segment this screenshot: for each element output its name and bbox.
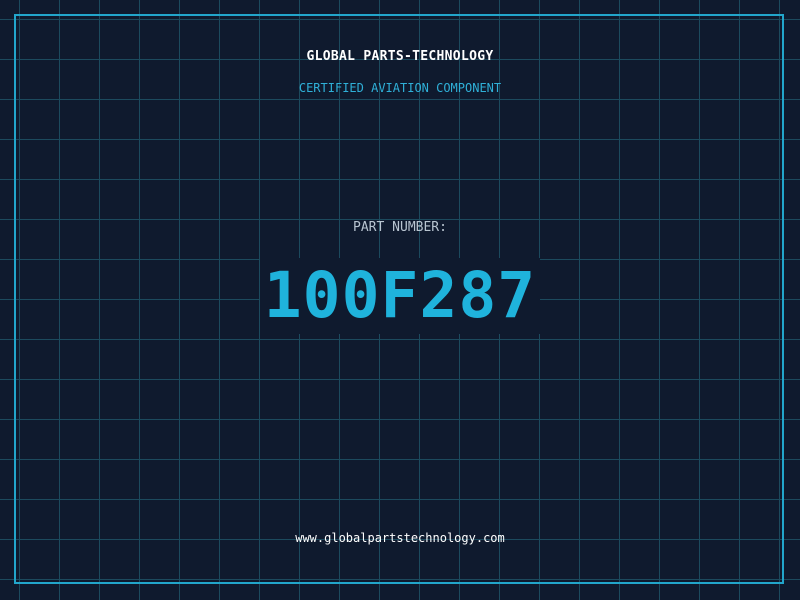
part-number-label: PART NUMBER: <box>353 220 447 235</box>
part-number-container: 100F287 <box>0 258 800 334</box>
part-number-value: 100F287 <box>259 258 541 334</box>
company-name: GLOBAL PARTS-TECHNOLOGY <box>306 49 494 64</box>
website-url: www.globalpartstechnology.com <box>295 531 505 545</box>
certification-subtitle: CERTIFIED AVIATION COMPONENT <box>298 81 502 95</box>
